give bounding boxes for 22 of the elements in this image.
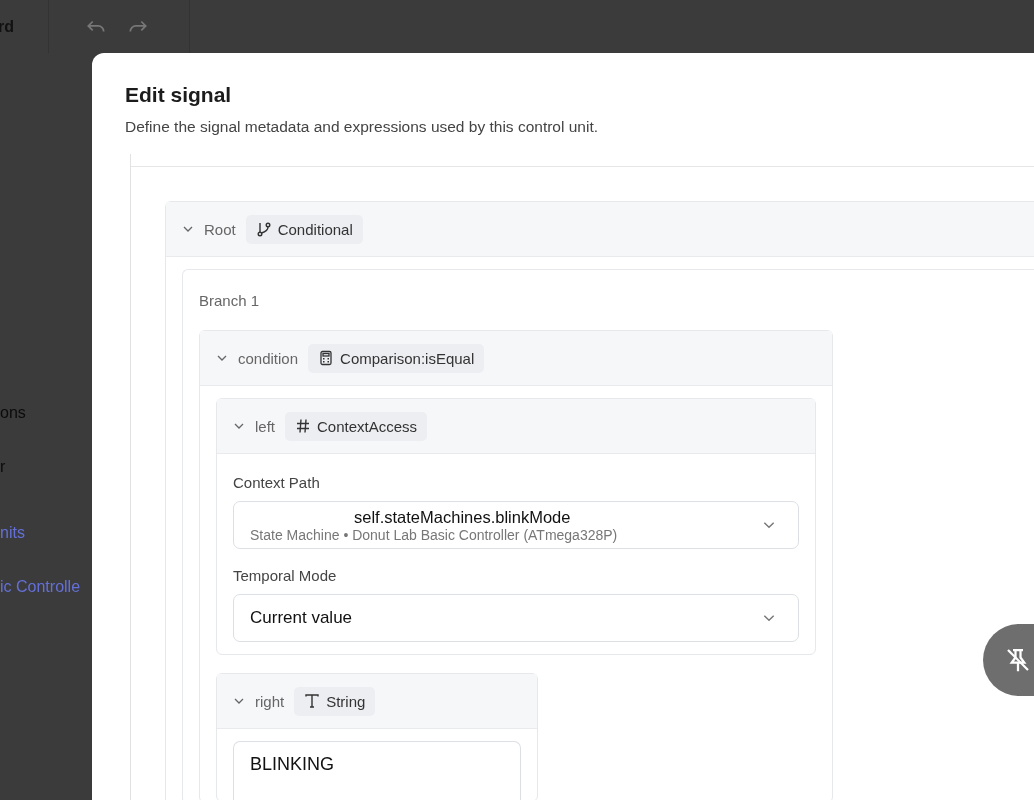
dialog-title: Edit signal	[125, 83, 233, 107]
field-label: Context Path	[233, 474, 321, 491]
node-label: condition	[238, 349, 299, 367]
select-value: self.stateMachines.blinkMode	[353, 507, 572, 527]
node-label: left	[255, 417, 275, 435]
node-type-chip[interactable]: ContextAccess	[285, 411, 428, 441]
select-detail: State Machine • Donut Lab Basic Controller (ATmega328P)	[250, 526, 618, 543]
field-label: Temporal Mode	[233, 567, 338, 584]
node-label: right	[255, 692, 285, 710]
hash-icon	[295, 418, 311, 434]
node-type-chip[interactable]: String	[294, 686, 376, 716]
node-label: Root	[204, 220, 236, 238]
branch-label: Branch 1	[199, 291, 260, 309]
calculator-icon	[318, 350, 335, 366]
node-type-chip[interactable]: Comparison:isEqual	[308, 343, 485, 373]
branch-icon	[255, 221, 272, 237]
dialog-description: Define the signal metadata and expressions used by this control unit.	[125, 118, 600, 136]
string-input-field[interactable]: BLINKING	[233, 741, 521, 800]
temporal-mode-select[interactable]: Current value	[233, 594, 799, 642]
context-path-select[interactable]: self.stateMachines.blinkMode State Machine • Donut Lab Basic Controller (ATmega328P)	[233, 501, 799, 549]
node-type-chip[interactable]: Conditional	[245, 214, 363, 244]
text-icon	[304, 693, 321, 709]
